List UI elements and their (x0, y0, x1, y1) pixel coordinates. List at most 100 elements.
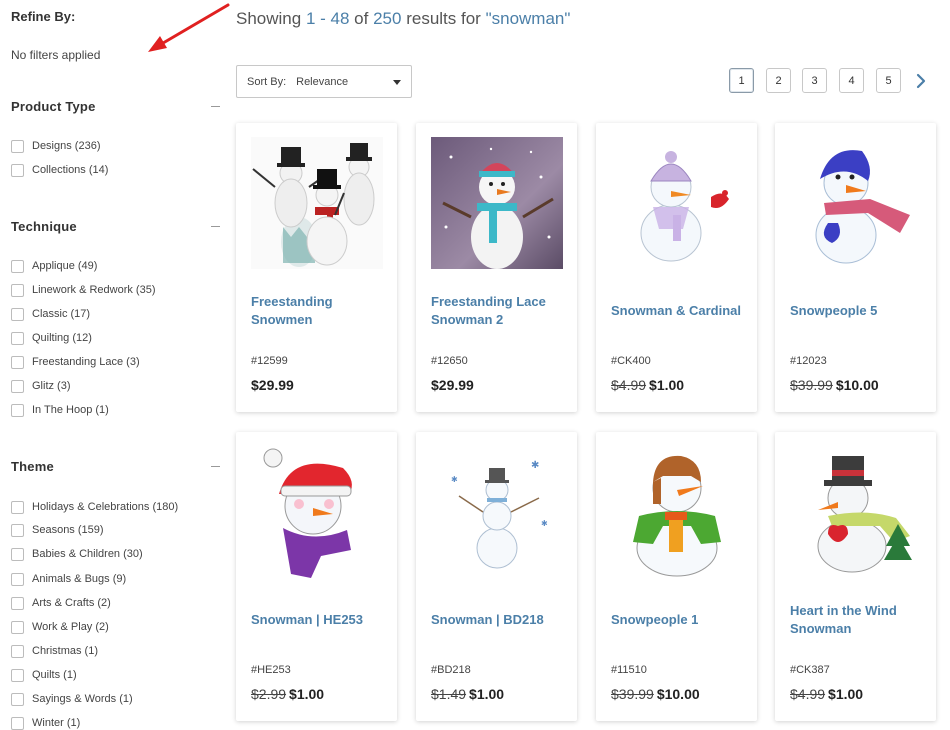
filter-option[interactable]: Classic (17) (11, 306, 90, 322)
product-image[interactable]: ✱ ✱ ✱ (431, 446, 563, 578)
checkbox[interactable] (11, 379, 24, 393)
current-price: $1.00 (649, 377, 685, 393)
product-price: $39.99 $10.00 (611, 686, 700, 702)
filter-option[interactable]: Holidays & Celebrations (180) (11, 499, 178, 515)
product-name[interactable]: Freestanding Snowmen (251, 293, 389, 329)
checkbox[interactable] (11, 668, 24, 682)
section-title-technique: Technique (11, 219, 77, 234)
next-page-icon[interactable] (914, 72, 928, 90)
svg-text:✱: ✱ (451, 475, 458, 484)
filter-option[interactable]: Christmas (1) (11, 643, 98, 659)
product-name[interactable]: Snowman | HE253 (251, 611, 363, 629)
page-button-2[interactable]: 2 (766, 68, 791, 93)
product-card[interactable]: Snowman & Cardinal #CK400 $4.99 $1.00 (596, 123, 757, 412)
product-sku: #12650 (431, 355, 468, 367)
checkbox[interactable] (11, 547, 24, 561)
sort-label: Sort By: (247, 75, 287, 88)
filter-option[interactable]: Animals & Bugs (9) (11, 571, 126, 587)
results-range: 1 - 48 (305, 9, 350, 28)
collapse-technique-icon[interactable] (211, 226, 220, 227)
annotation-arrow-icon (148, 3, 230, 52)
checkbox[interactable] (11, 620, 24, 634)
filter-option[interactable]: Linework & Redwork (35) (11, 282, 156, 298)
svg-text:✱: ✱ (531, 460, 539, 471)
filter-option[interactable]: Applique (49) (11, 258, 97, 274)
checkbox[interactable] (11, 692, 24, 706)
checkbox[interactable] (11, 644, 24, 658)
product-price: $2.99 $1.00 (251, 686, 324, 702)
current-price: $10.00 (656, 686, 700, 702)
filter-option[interactable]: Quilting (12) (11, 330, 92, 346)
product-card[interactable]: Heart in the Wind Snowman #CK387 $4.99 $1… (775, 432, 936, 721)
filter-option[interactable]: In The Hoop (1) (11, 402, 109, 418)
product-name[interactable]: Snowpeople 5 (790, 302, 877, 320)
checkbox[interactable] (11, 523, 24, 537)
product-sku: #CK400 (611, 355, 651, 367)
product-card[interactable]: Freestanding Lace Snowman 2 #12650 $29.9… (416, 123, 577, 412)
product-price: $4.99 $1.00 (790, 686, 863, 702)
product-card[interactable]: Snowpeople 5 #12023 $39.99 $10.00 (775, 123, 936, 412)
checkbox[interactable] (11, 139, 24, 153)
checkbox[interactable] (11, 596, 24, 610)
collapse-product-type-icon[interactable] (211, 106, 220, 107)
checkbox[interactable] (11, 307, 24, 321)
product-name[interactable]: Freestanding Lace Snowman 2 (431, 293, 569, 329)
product-image[interactable] (611, 137, 743, 269)
checkbox[interactable] (11, 163, 24, 177)
product-image[interactable] (251, 446, 383, 578)
page-button-1[interactable]: 1 (729, 68, 754, 93)
caret-down-icon (393, 80, 401, 85)
results-heading: Showing 1 - 48 of 250 results for "snowm… (236, 9, 571, 28)
product-name[interactable]: Snowman & Cardinal (611, 302, 741, 320)
product-image[interactable] (790, 137, 922, 269)
checkbox[interactable] (11, 403, 24, 417)
checkbox[interactable] (11, 259, 24, 273)
checkbox[interactable] (11, 716, 24, 730)
page-button-3[interactable]: 3 (802, 68, 827, 93)
product-price: $29.99 (431, 377, 474, 393)
original-price: $1.49 (431, 686, 467, 702)
product-image[interactable] (611, 446, 743, 578)
product-image[interactable] (431, 137, 563, 269)
svg-text:✱: ✱ (541, 519, 548, 528)
page-button-5[interactable]: 5 (876, 68, 901, 93)
filter-option[interactable]: Collections (14) (11, 162, 108, 178)
filter-option[interactable]: Quilts (1) (11, 667, 77, 683)
filter-option[interactable]: Freestanding Lace (3) (11, 354, 140, 370)
product-image[interactable] (790, 446, 922, 578)
sort-dropdown[interactable]: Sort By: Relevance (236, 65, 412, 98)
checkbox[interactable] (11, 283, 24, 297)
filter-option[interactable]: Designs (236) (11, 138, 100, 154)
filter-option[interactable]: Arts & Crafts (2) (11, 595, 111, 611)
checkbox[interactable] (11, 331, 24, 345)
product-name[interactable]: Snowpeople 1 (611, 611, 698, 629)
filter-option[interactable]: Sayings & Words (1) (11, 691, 133, 707)
product-name[interactable]: Snowman | BD218 (431, 611, 544, 629)
filter-option[interactable]: Glitz (3) (11, 378, 71, 394)
current-price: $1.00 (289, 686, 325, 702)
filter-option[interactable]: Work & Play (2) (11, 619, 109, 635)
filter-option[interactable]: Babies & Children (30) (11, 546, 143, 562)
refine-by-title: Refine By: (11, 9, 76, 24)
product-image[interactable] (251, 137, 383, 269)
product-name[interactable]: Heart in the Wind Snowman (790, 602, 928, 638)
collapse-theme-icon[interactable] (211, 466, 220, 467)
product-sku: #CK387 (790, 664, 830, 676)
current-price: $29.99 (431, 377, 474, 393)
product-card[interactable]: Snowman | HE253 #HE253 $2.99 $1.00 (236, 432, 397, 721)
product-card[interactable]: Freestanding Snowmen #12599 $29.99 (236, 123, 397, 412)
checkbox[interactable] (11, 355, 24, 369)
checkbox[interactable] (11, 500, 24, 514)
product-card[interactable]: Snowpeople 1 #11510 $39.99 $10.00 (596, 432, 757, 721)
no-filters-text: No filters applied (11, 48, 101, 62)
checkbox[interactable] (11, 572, 24, 586)
sort-value: Relevance (296, 75, 349, 88)
filter-option[interactable]: Winter (1) (11, 715, 80, 730)
current-price: $29.99 (251, 377, 294, 393)
original-price: $4.99 (611, 377, 647, 393)
filter-option[interactable]: Seasons (159) (11, 522, 104, 538)
product-price: $29.99 (251, 377, 294, 393)
product-card[interactable]: ✱ ✱ ✱ Snowman | BD218 #BD218 $1.49 $1.00 (416, 432, 577, 721)
page-button-4[interactable]: 4 (839, 68, 864, 93)
product-sku: #12023 (790, 355, 827, 367)
